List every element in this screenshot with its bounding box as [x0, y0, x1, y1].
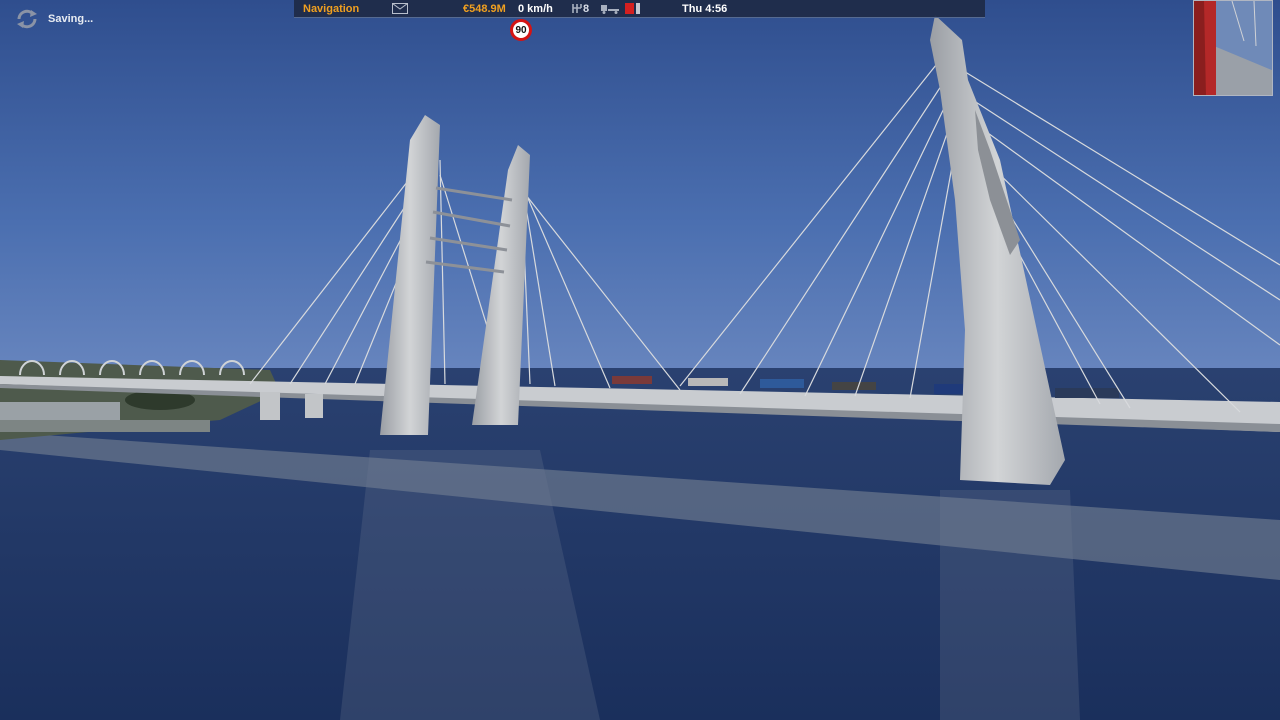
mirror-view	[1194, 1, 1272, 95]
top-hud-bar: Navigation €548.9M 0 km/h 8 Thu 4:56	[294, 0, 985, 18]
speed-readout: 0 km/h	[518, 3, 553, 15]
speed-limit-value: 90	[515, 24, 527, 36]
money-readout: €548.9M	[463, 3, 506, 15]
fuel-icon	[625, 3, 640, 14]
shore-building	[0, 402, 120, 422]
saving-label: Saving...	[48, 13, 94, 25]
saving-indicator: Saving...	[14, 8, 93, 30]
game-clock: Thu 4:56	[682, 3, 728, 15]
pier	[305, 394, 323, 418]
gearbox-icon	[572, 4, 582, 13]
sky	[0, 0, 1280, 372]
shore-pier	[0, 420, 210, 432]
rear-view-mirror	[1193, 0, 1273, 96]
pylon-reflection-right	[940, 490, 1080, 720]
gear-readout: 8	[583, 3, 590, 15]
navigation-label[interactable]: Navigation	[303, 3, 359, 15]
truck-trailer-icon	[601, 5, 619, 14]
pier	[260, 392, 280, 420]
game-scene	[0, 0, 1280, 720]
refresh-icon	[17, 9, 37, 29]
speed-limit-sign: 90	[510, 19, 532, 41]
envelope-icon[interactable]	[392, 3, 408, 14]
